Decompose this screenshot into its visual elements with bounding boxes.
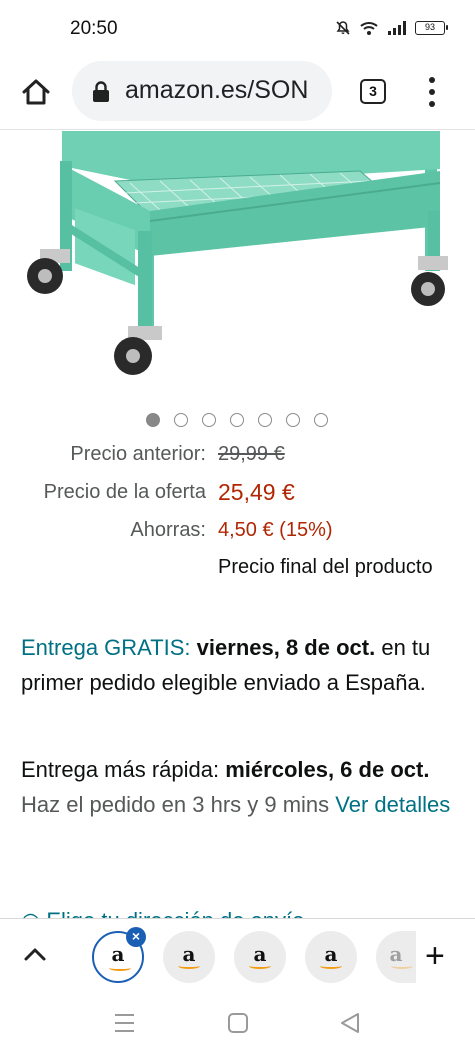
see-details-link[interactable]: Ver detalles: [335, 792, 450, 817]
previous-price-label: Precio anterior:: [70, 443, 206, 465]
deal-price-value: 25,49 €: [218, 479, 295, 505]
image-carousel-indicator[interactable]: [146, 413, 328, 427]
fast-delivery-block: Entrega más rápida: miércoles, 6 de oct.…: [21, 752, 461, 822]
home-button[interactable]: [18, 74, 54, 110]
status-icons: 93: [335, 20, 448, 36]
amazon-logo-icon: a: [111, 942, 125, 966]
order-countdown: Haz el pedido en 3 hrs y 9 mins: [21, 792, 330, 817]
battery-icon: 93: [415, 21, 448, 35]
amazon-smile-icon: [178, 963, 200, 969]
status-time: 20:50: [70, 18, 118, 39]
status-bar: 20:50 93: [0, 0, 475, 58]
wheel: [27, 249, 70, 294]
amazon-smile-icon: [320, 963, 342, 969]
savings-row: Ahorras: 4,50 € (15%): [0, 519, 475, 547]
deal-price-label: Precio de la oferta: [43, 481, 206, 503]
carousel-dot[interactable]: [258, 413, 272, 427]
address-link-partial[interactable]: ◎ Elige tu dirección de envío: [21, 902, 461, 918]
address-link-text: Elige tu dirección de envío: [46, 908, 304, 918]
carousel-dot[interactable]: [174, 413, 188, 427]
new-tab-button[interactable]: +: [425, 937, 445, 976]
back-icon: [341, 1013, 359, 1033]
signal-icon: [388, 21, 406, 35]
savings-value: 4,50 € (15%): [218, 519, 333, 541]
previous-price-row: Precio anterior: 29,99 €: [0, 443, 475, 471]
carousel-dot[interactable]: [286, 413, 300, 427]
free-delivery-block: Entrega GRATIS: viernes, 8 de oct. en tu…: [21, 630, 456, 700]
final-price-note: Precio final del producto: [218, 556, 433, 578]
amazon-tab-3[interactable]: a: [234, 931, 286, 983]
browser-toolbar: amazon.es/SON 3: [0, 58, 475, 130]
carousel-dot[interactable]: [230, 413, 244, 427]
amazon-smile-icon: [391, 963, 413, 969]
url-text: amazon.es/SON: [125, 76, 309, 104]
lock-icon: [93, 81, 109, 102]
free-delivery-label[interactable]: Entrega GRATIS:: [21, 635, 191, 660]
mute-icon: [336, 21, 350, 35]
savings-label: Ahorras:: [130, 519, 206, 541]
tab-strip: a × a a a a +: [0, 918, 475, 992]
menu-dot: [429, 101, 435, 107]
system-navigation-bar: [0, 992, 475, 1056]
wifi-icon: [360, 22, 378, 35]
tab-switcher-button[interactable]: 3: [360, 79, 386, 104]
location-icon: ◎: [21, 908, 40, 918]
amazon-tab-2[interactable]: a: [163, 931, 215, 983]
address-bar[interactable]: amazon.es/SON: [72, 61, 332, 121]
carousel-dot[interactable]: [314, 413, 328, 427]
chevron-up-icon[interactable]: [22, 945, 48, 963]
recents-icon: [115, 1014, 134, 1032]
amazon-tab-4[interactable]: a: [305, 931, 357, 983]
fast-delivery-label: Entrega más rápida:: [21, 757, 220, 782]
free-delivery-date: viernes, 8 de oct.: [196, 635, 376, 660]
amazon-tab-5[interactable]: a: [376, 931, 416, 983]
home-nav-icon: [228, 1013, 248, 1033]
carousel-dot[interactable]: [202, 413, 216, 427]
home-icon: [22, 79, 50, 105]
amazon-smile-icon: [109, 965, 131, 971]
fast-delivery-date: miércoles, 6 de oct.: [225, 757, 430, 782]
amazon-tab-1[interactable]: a ×: [92, 927, 146, 983]
previous-price-value: 29,99 €: [218, 443, 285, 465]
product-image[interactable]: [0, 131, 475, 401]
close-tab-icon[interactable]: ×: [126, 927, 146, 947]
overflow-menu-button[interactable]: [424, 75, 440, 109]
menu-dot: [429, 89, 435, 95]
carousel-dot[interactable]: [146, 413, 160, 427]
deal-price-row: Precio de la oferta 25,49 €: [0, 479, 475, 511]
amazon-smile-icon: [249, 963, 271, 969]
menu-dot: [429, 77, 435, 83]
